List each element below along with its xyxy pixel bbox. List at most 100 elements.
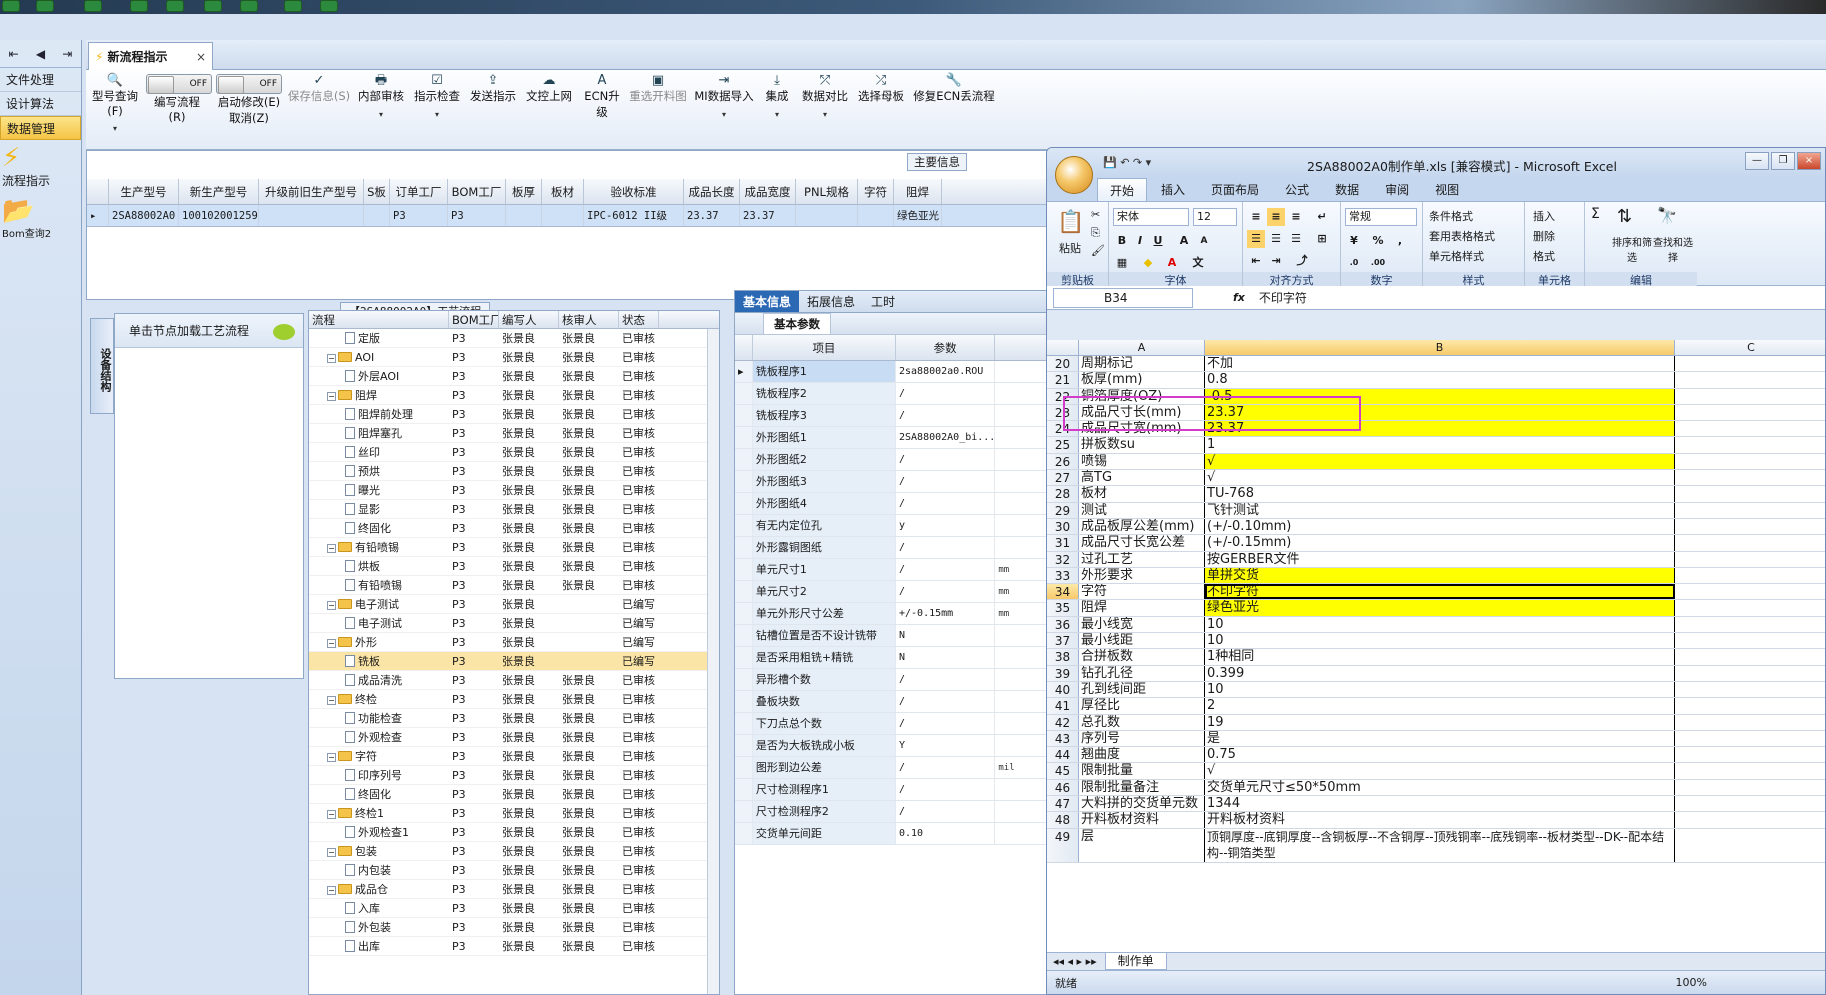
row-number[interactable]: 23 [1047, 404, 1079, 421]
param-row[interactable]: 叠板块数 / [735, 691, 1053, 713]
cell-b[interactable]: 不印字符 [1205, 584, 1675, 600]
cell-style-button[interactable]: 单元格样式 [1429, 248, 1484, 264]
row-number[interactable]: 28 [1047, 486, 1079, 502]
main-col-header[interactable]: 字符 [858, 179, 894, 204]
integrate-button[interactable]: ⤓ 集成 ▾ [760, 74, 794, 120]
tree-node[interactable]: − 外形 [309, 633, 449, 651]
grid-icon[interactable] [84, 0, 102, 12]
cell-b[interactable]: 23.37 [1205, 404, 1675, 421]
reselect-cut-button[interactable]: ▣ 重选开料图 [628, 74, 688, 104]
param-row[interactable]: 铣板程序2/ [735, 383, 1053, 405]
main-col-header[interactable]: 成品宽度 [740, 179, 796, 204]
tree-row[interactable]: 阻焊前处理 P3 张景良 张景良 已审核 [309, 405, 719, 424]
param-row[interactable]: 钻槽位置是否不设计铣带 N [735, 625, 1053, 647]
start-modify-button[interactable]: OFF 启动修改(E) 取消(Z) [214, 74, 284, 126]
row-number[interactable]: 47 [1047, 796, 1079, 812]
row-number[interactable]: 45 [1047, 763, 1079, 779]
tree-row[interactable]: 阻焊塞孔 P3 张景良 张景良 已审核 [309, 424, 719, 443]
tree-node[interactable]: 印序列号 [309, 766, 449, 784]
tree-row[interactable]: 显影 P3 张景良 张景良 已审核 [309, 500, 719, 519]
excel-tab[interactable]: 页面布局 [1199, 178, 1271, 201]
tree-node[interactable]: − 阻焊 [309, 386, 449, 404]
cell-b[interactable]: 2 [1205, 698, 1675, 714]
tree-node[interactable]: 有铅喷锡 [309, 576, 449, 594]
param-row[interactable]: 铣板程序3/ [735, 405, 1053, 427]
param-value[interactable]: / [896, 757, 996, 778]
tree-row[interactable]: 预烘 P3 张景良 张景良 已审核 [309, 462, 719, 481]
tree-node[interactable]: 内包装 [309, 861, 449, 879]
border-icon[interactable]: ▦ [1113, 254, 1131, 272]
cell-b[interactable]: 0.75 [1205, 747, 1675, 763]
nav-bom-query[interactable]: 📂 Bom查询2 [0, 193, 81, 244]
tree-node[interactable]: 铣板 [309, 652, 449, 670]
merge-icon[interactable]: ⊞ [1313, 230, 1331, 248]
expand-icon[interactable]: − [327, 696, 336, 705]
cell-a[interactable]: 厚径比 [1079, 698, 1205, 714]
cell-a[interactable]: 拼板数su [1079, 437, 1205, 453]
tree-node[interactable]: 功能检查 [309, 709, 449, 727]
param-value[interactable]: 0.10 [896, 823, 996, 844]
param-value[interactable]: / [896, 471, 996, 492]
cell-a[interactable]: 层 [1079, 828, 1205, 862]
load-process-prompt[interactable]: 单击节点加载工艺流程 [115, 314, 303, 348]
percent-icon[interactable]: % [1369, 232, 1387, 250]
conditional-format-button[interactable]: 条件格式 [1429, 208, 1473, 224]
tree-node[interactable]: − 终检 [309, 690, 449, 708]
tree-node[interactable]: 出库 [309, 937, 449, 955]
side-tab-equipment[interactable]: 设备结构 [90, 318, 114, 414]
align-right-icon[interactable]: ☰ [1287, 230, 1305, 248]
format-button[interactable]: 格式 [1533, 248, 1555, 264]
font-color-icon[interactable]: A [1163, 254, 1181, 272]
tree-row[interactable]: 曝光 P3 张景良 张景良 已审核 [309, 481, 719, 500]
table-format-button[interactable]: 套用表格格式 [1429, 228, 1495, 244]
quick-access-toolbar[interactable]: 💾 ↶ ↷ ▾ [1103, 156, 1151, 169]
tree-row[interactable]: − 包装 P3 张景良 张景良 已审核 [309, 842, 719, 861]
tree-node[interactable]: − 终检1 [309, 804, 449, 822]
font-size-select[interactable]: 12 [1193, 208, 1237, 226]
tree-node[interactable]: 入库 [309, 899, 449, 917]
tree-node[interactable]: 显影 [309, 500, 449, 518]
cell-a[interactable]: 限制批量备注 [1079, 779, 1205, 796]
excel-tab[interactable]: 数据 [1323, 178, 1371, 201]
cell-b[interactable]: 交货单元尺寸≤50*50mm [1205, 779, 1675, 796]
copy-icon[interactable]: ⎘ [1091, 226, 1100, 240]
tree-row[interactable]: 功能检查 P3 张景良 张景良 已审核 [309, 709, 719, 728]
cell-b[interactable]: 1种相同 [1205, 649, 1675, 665]
cell-b[interactable]: √ [1205, 763, 1675, 779]
tree-row[interactable]: 出库 P3 张景良 张景良 已审核 [309, 937, 719, 956]
main-cell[interactable]: 2SA88002A0 [109, 205, 179, 226]
close-icon[interactable]: × [1797, 152, 1821, 170]
col-header-a[interactable]: A [1079, 340, 1205, 355]
tree-row[interactable]: 内包装 P3 张景良 张景良 已审核 [309, 861, 719, 880]
cell-b[interactable]: (+/-0.15mm) [1205, 535, 1675, 551]
align-center-icon[interactable]: ☰ [1267, 230, 1285, 248]
main-cell[interactable]: 23.37 [684, 205, 740, 226]
indent-increase-icon[interactable]: ⇥ [1267, 252, 1285, 270]
param-value[interactable]: N [896, 625, 996, 646]
row-number[interactable]: 42 [1047, 714, 1079, 730]
param-value[interactable]: N [896, 647, 996, 668]
cell-b[interactable]: √ [1205, 453, 1675, 470]
indicator-check-button[interactable]: ☑ 指示检查 ▾ [412, 74, 462, 120]
param-value[interactable]: Y [896, 735, 996, 756]
cell-b[interactable]: 10 [1205, 681, 1675, 698]
cell-a[interactable]: 周期标记 [1079, 356, 1205, 372]
row-number[interactable]: 46 [1047, 779, 1079, 796]
tree-node[interactable]: 外观检查 [309, 728, 449, 746]
param-row[interactable]: 外形图纸4/ [735, 493, 1053, 515]
zoom-level[interactable]: 100% [1676, 976, 1707, 989]
param-row[interactable]: 下刀点总个数 / [735, 713, 1053, 735]
nav-item-data[interactable]: 数据管理 [0, 116, 81, 140]
tree-row[interactable]: 铣板 P3 张景良 已编写 [309, 652, 719, 671]
write-process-button[interactable]: OFF 编写流程(R) [146, 74, 212, 124]
collapse-icon[interactable]: ⇤ [9, 47, 19, 61]
excel-tab[interactable]: 审阅 [1373, 178, 1421, 201]
row-number[interactable]: 44 [1047, 747, 1079, 763]
cell-b[interactable]: 顶铜厚度--底铜厚度--含铜板厚--不含铜厚--顶残铜率--底残铜率--板材类型… [1205, 828, 1675, 862]
main-cell[interactable] [259, 205, 364, 226]
tree-row[interactable]: 烘板 P3 张景良 张景良 已审核 [309, 557, 719, 576]
cut-icon[interactable] [130, 0, 148, 12]
col-header-c[interactable]: C [1675, 340, 1825, 355]
cell-a[interactable]: 测试 [1079, 502, 1205, 518]
row-number[interactable]: 21 [1047, 372, 1079, 388]
